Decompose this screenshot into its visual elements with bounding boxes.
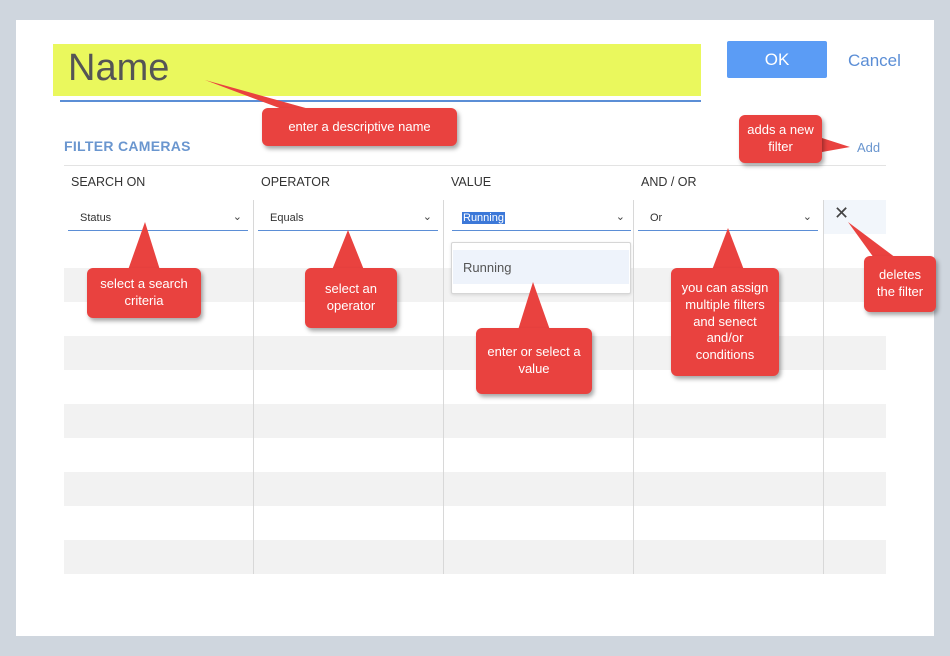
callout-add: adds a new filter bbox=[739, 115, 822, 163]
pointer-value bbox=[518, 282, 550, 330]
callout-andor: you can assign multiple filters and sene… bbox=[671, 268, 779, 376]
callout-search: select a search criteria bbox=[87, 268, 201, 318]
pointer-add bbox=[822, 138, 850, 152]
pointer-andor bbox=[712, 228, 744, 270]
pointer-operator bbox=[332, 230, 364, 270]
callout-pointers bbox=[128, 80, 896, 330]
pointer-delete bbox=[848, 222, 896, 258]
callout-value: enter or select a value bbox=[476, 328, 592, 394]
callout-delete: deletes the filter bbox=[864, 256, 936, 312]
callout-name: enter a descriptive name bbox=[262, 108, 457, 146]
callout-operator: select an operator bbox=[305, 268, 397, 328]
pointer-search bbox=[128, 222, 160, 270]
